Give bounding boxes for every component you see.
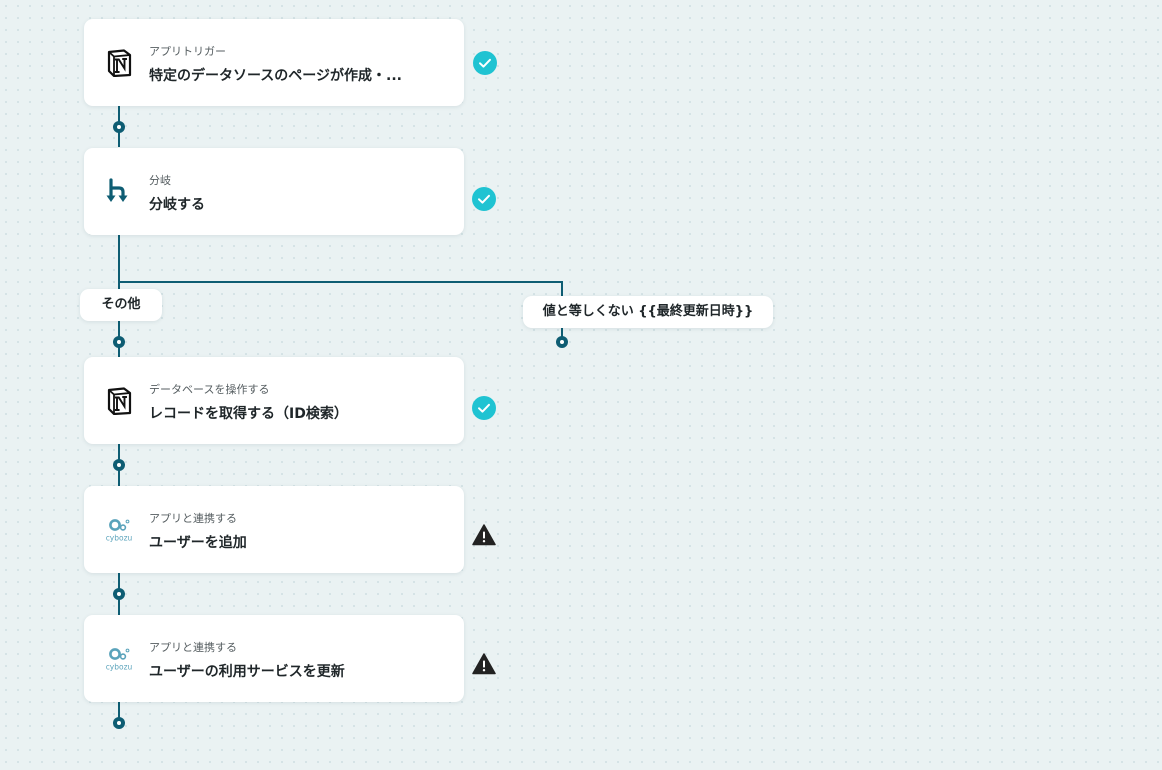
branch-connector-line — [561, 281, 563, 297]
step-subtitle: アプリと連携する — [149, 641, 237, 654]
add-step-button[interactable] — [113, 588, 125, 600]
branch-label-condition[interactable]: 値と等しくない {{最終更新日時}} — [523, 296, 773, 328]
check-circle-icon — [473, 51, 497, 75]
step-card-branch[interactable]: 分岐 分岐する — [84, 148, 464, 235]
cybozu-icon: cybozu — [104, 647, 134, 673]
check-circle-icon — [472, 187, 496, 211]
add-step-button[interactable] — [556, 336, 568, 348]
step-card-trigger[interactable]: アプリトリガー 特定のデータソースのページが作成・... — [84, 19, 464, 106]
cybozu-icon: cybozu — [104, 518, 134, 544]
step-card-update-service[interactable]: cybozu アプリと連携する ユーザーの利用サービスを更新 — [84, 615, 464, 702]
step-subtitle: データベースを操作する — [149, 383, 270, 396]
step-subtitle: アプリトリガー — [149, 45, 226, 58]
add-step-button[interactable] — [113, 336, 125, 348]
workflow-canvas: アプリトリガー 特定のデータソースのページが作成・... 分岐 分岐する その他… — [0, 0, 1162, 770]
add-step-button[interactable] — [113, 717, 125, 729]
branch-label-other[interactable]: その他 — [80, 289, 162, 321]
cybozu-logo-text: cybozu — [106, 663, 133, 672]
check-circle-icon — [472, 396, 496, 420]
step-subtitle: 分岐 — [149, 174, 171, 187]
step-subtitle: アプリと連携する — [149, 512, 237, 525]
step-title: レコードを取得する（ID検索） — [149, 406, 348, 422]
branch-icon — [106, 178, 133, 206]
cybozu-logo-text: cybozu — [106, 534, 133, 543]
step-title: ユーザーの利用サービスを更新 — [149, 664, 345, 680]
step-title: ユーザーを追加 — [149, 535, 247, 551]
step-card-add-user[interactable]: cybozu アプリと連携する ユーザーを追加 — [84, 486, 464, 573]
step-card-get-record[interactable]: データベースを操作する レコードを取得する（ID検索） — [84, 357, 464, 444]
warning-icon — [472, 523, 496, 547]
branch-label-text: 値と等しくない {{最終更新日時}} — [542, 304, 754, 319]
step-title: 特定のデータソースのページが作成・... — [149, 68, 402, 84]
branch-connector-line — [118, 281, 563, 283]
branch-label-text: その他 — [101, 297, 141, 312]
notion-icon — [106, 49, 133, 78]
add-step-button[interactable] — [113, 459, 125, 471]
step-title: 分岐する — [149, 197, 205, 213]
notion-icon — [106, 387, 133, 416]
add-step-button[interactable] — [113, 121, 125, 133]
warning-icon — [472, 652, 496, 676]
